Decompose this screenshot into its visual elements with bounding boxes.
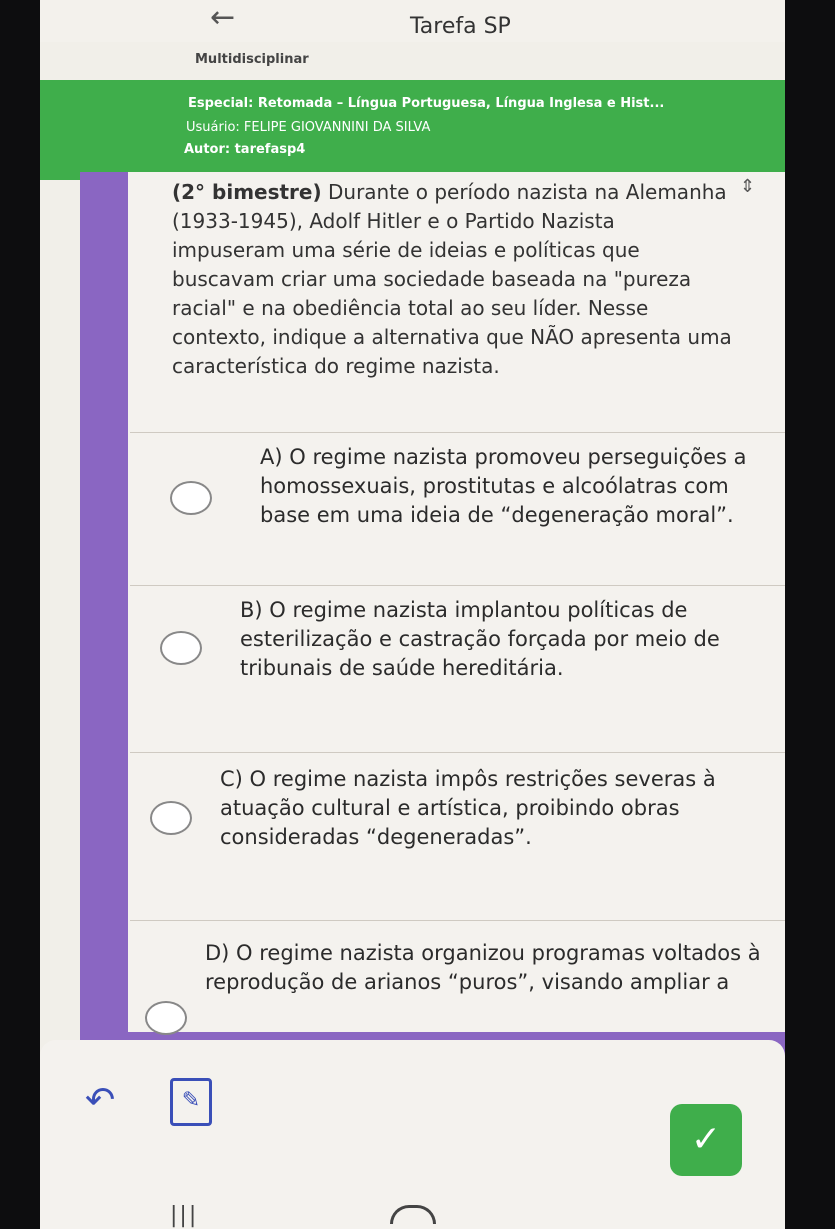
radio-a[interactable] bbox=[170, 481, 212, 515]
question-text: (2° bimestre) Durante o período nazista … bbox=[172, 178, 732, 381]
radio-c[interactable] bbox=[150, 801, 192, 835]
recent-apps-icon[interactable]: ||| bbox=[170, 1203, 198, 1228]
option-d-text: D) O regime nazista organizou programas … bbox=[205, 941, 761, 994]
radio-d[interactable] bbox=[145, 1001, 187, 1035]
author-name: Autor: tarefasp4 bbox=[184, 142, 306, 157]
option-b-text: B) O regime nazista implantou políticas … bbox=[240, 598, 720, 680]
question-body: Durante o período nazista na Alemanha (1… bbox=[172, 180, 732, 378]
option-c[interactable]: C) O regime nazista impôs restrições sev… bbox=[130, 752, 785, 918]
radio-b[interactable] bbox=[160, 631, 202, 665]
phone-screen: ← Tarefa SP Multidisciplinar Especial: R… bbox=[40, 0, 785, 1229]
user-name: Usuário: FELIPE GIOVANNINI DA SILVA bbox=[186, 120, 431, 135]
home-icon[interactable] bbox=[390, 1205, 436, 1224]
check-icon[interactable]: ✓ bbox=[670, 1104, 742, 1176]
option-a-text: A) O regime nazista promoveu perseguiçõe… bbox=[260, 445, 747, 527]
back-icon[interactable]: ↶ bbox=[85, 1080, 115, 1121]
back-arrow-icon[interactable]: ← bbox=[210, 0, 235, 35]
expand-icon[interactable]: ⇕ bbox=[740, 176, 755, 197]
subject-label: Multidisciplinar bbox=[195, 52, 309, 67]
option-d[interactable]: D) O regime nazista organizou programas … bbox=[130, 920, 785, 1051]
task-header: Especial: Retomada – Língua Portuguesa, … bbox=[40, 80, 785, 180]
option-a[interactable]: A) O regime nazista promoveu perseguiçõe… bbox=[130, 432, 785, 583]
option-c-text: C) O regime nazista impôs restrições sev… bbox=[220, 767, 716, 849]
system-navbar: ||| bbox=[40, 1195, 785, 1229]
app-title: Tarefa SP bbox=[410, 14, 511, 39]
course-title: Especial: Retomada – Língua Portuguesa, … bbox=[188, 96, 665, 111]
question-prefix: (2° bimestre) bbox=[172, 180, 322, 204]
option-b[interactable]: B) O regime nazista implantou políticas … bbox=[130, 585, 785, 746]
notes-icon[interactable]: ✎ bbox=[170, 1078, 212, 1126]
